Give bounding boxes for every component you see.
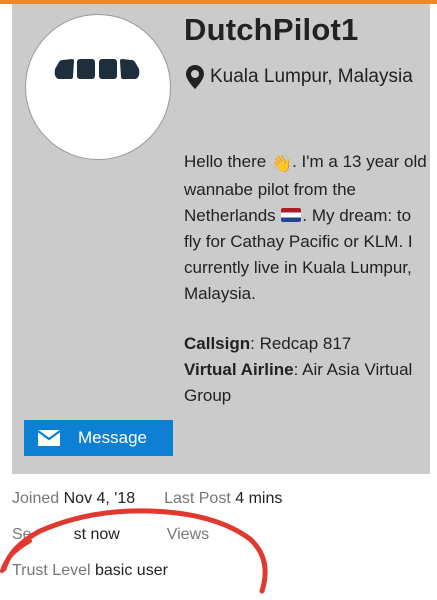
field-label: Callsign xyxy=(184,334,251,353)
bio-text: Hello there xyxy=(184,152,271,171)
location-pin-icon xyxy=(186,65,204,89)
waving-hand-icon: 👋 xyxy=(270,154,293,173)
envelope-icon xyxy=(38,430,60,446)
field-value: : Redcap 817 xyxy=(250,334,352,353)
user-location: Kuala Lumpur, Malaysia xyxy=(184,62,424,91)
airplane-windows-icon xyxy=(54,59,140,79)
red-scribble-annotation xyxy=(0,508,268,594)
avatar[interactable] xyxy=(25,14,171,160)
netherlands-flag-icon xyxy=(281,208,302,222)
message-button-label: Message xyxy=(78,428,147,447)
location-text: Kuala Lumpur, Malaysia xyxy=(210,66,413,87)
field-virtual-airline: Virtual Airline: Air Asia Virtual Group xyxy=(184,357,429,409)
field-callsign: Callsign: Redcap 817 xyxy=(184,331,429,357)
field-label: Virtual Airline xyxy=(184,360,294,379)
username: DutchPilot1 xyxy=(184,12,359,47)
profile-fields: Callsign: Redcap 817 Virtual Airline: Ai… xyxy=(184,331,429,409)
message-button[interactable]: Message xyxy=(24,420,173,456)
user-bio: Hello there 👋. I'm a 13 year old wannabe… xyxy=(184,149,429,307)
